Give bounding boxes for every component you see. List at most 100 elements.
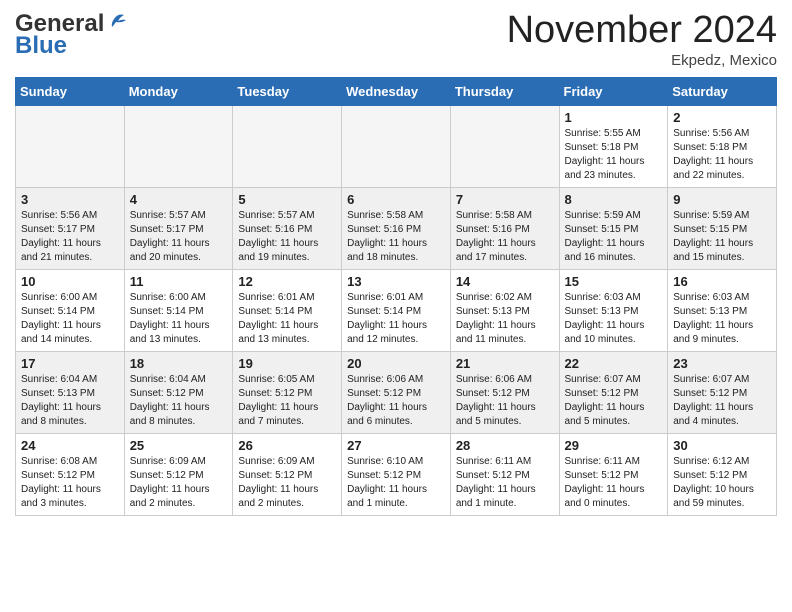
day-number: 8 [565, 192, 663, 207]
table-row [233, 105, 342, 187]
table-row: 15 Sunrise: 6:03 AM Sunset: 5:13 PM Dayli… [559, 269, 668, 351]
calendar-week-row: 3 Sunrise: 5:56 AM Sunset: 5:17 PM Daylig… [16, 187, 777, 269]
day-info: Sunrise: 5:59 AM Sunset: 5:15 PM Dayligh… [565, 209, 663, 265]
table-row: 3 Sunrise: 5:56 AM Sunset: 5:17 PM Daylig… [16, 187, 125, 269]
table-row: 6Sunrise: 5:58 AM Sunset: 5:16 PM Daylig… [342, 187, 451, 269]
calendar-page: General Blue November 2024 Ekpedz, Mexic… [0, 0, 792, 531]
day-info: Sunrise: 6:01 AM Sunset: 5:14 PM Dayligh… [347, 291, 445, 347]
day-number: 19 [238, 356, 336, 371]
day-number: 13 [347, 274, 445, 289]
table-row: 5 Sunrise: 5:57 AM Sunset: 5:16 PM Daylig… [233, 187, 342, 269]
table-row: 22 Sunrise: 6:07 AM Sunset: 5:12 PM Dayli… [559, 351, 668, 433]
table-row: 19 Sunrise: 6:05 AM Sunset: 5:12 PM Dayli… [233, 351, 342, 433]
table-row: 30 Sunrise: 6:12 AM Sunset: 5:12 PM Dayli… [668, 433, 777, 515]
table-row [342, 105, 451, 187]
day-number: 5 [238, 192, 336, 207]
day-number: 6 [347, 192, 445, 207]
month-title: November 2024 [507, 10, 777, 52]
header-monday: Monday [124, 77, 233, 105]
day-info: Sunrise: 6:00 AM Sunset: 5:14 PM Dayligh… [21, 291, 119, 347]
table-row: 18Sunrise: 6:04 AM Sunset: 5:12 PM Dayli… [124, 351, 233, 433]
table-row: 28 Sunrise: 6:11 AM Sunset: 5:12 PM Dayli… [450, 433, 559, 515]
day-number: 15 [565, 274, 663, 289]
calendar-week-row: 24Sunrise: 6:08 AM Sunset: 5:12 PM Dayli… [16, 433, 777, 515]
day-number: 12 [238, 274, 336, 289]
day-info: Sunrise: 5:56 AM Sunset: 5:17 PM Dayligh… [21, 209, 119, 265]
calendar-week-row: 10 Sunrise: 6:00 AM Sunset: 5:14 PM Dayli… [16, 269, 777, 351]
day-number: 1 [565, 110, 663, 125]
table-row [16, 105, 125, 187]
header-sunday: Sunday [16, 77, 125, 105]
day-info: Sunrise: 6:03 AM Sunset: 5:13 PM Dayligh… [673, 291, 771, 347]
day-info: Sunrise: 6:10 AM Sunset: 5:12 PM Dayligh… [347, 455, 445, 511]
day-number: 26 [238, 438, 336, 453]
table-row: 21Sunrise: 6:06 AM Sunset: 5:12 PM Dayli… [450, 351, 559, 433]
day-info: Sunrise: 6:05 AM Sunset: 5:12 PM Dayligh… [238, 373, 336, 429]
day-info: Sunrise: 6:07 AM Sunset: 5:12 PM Dayligh… [565, 373, 663, 429]
table-row [450, 105, 559, 187]
header-wednesday: Wednesday [342, 77, 451, 105]
day-info: Sunrise: 6:04 AM Sunset: 5:13 PM Dayligh… [21, 373, 119, 429]
logo: General Blue [15, 10, 128, 60]
calendar-week-row: 1Sunrise: 5:55 AM Sunset: 5:18 PM Daylig… [16, 105, 777, 187]
table-row: 14 Sunrise: 6:02 AM Sunset: 5:13 PM Dayli… [450, 269, 559, 351]
day-number: 9 [673, 192, 771, 207]
calendar-table: Sunday Monday Tuesday Wednesday Thursday… [15, 77, 777, 516]
day-info: Sunrise: 5:57 AM Sunset: 5:17 PM Dayligh… [130, 209, 228, 265]
day-info: Sunrise: 6:11 AM Sunset: 5:12 PM Dayligh… [456, 455, 554, 511]
table-row: 16Sunrise: 6:03 AM Sunset: 5:13 PM Dayli… [668, 269, 777, 351]
day-number: 29 [565, 438, 663, 453]
table-row: 8 Sunrise: 5:59 AM Sunset: 5:15 PM Daylig… [559, 187, 668, 269]
header-tuesday: Tuesday [233, 77, 342, 105]
day-info: Sunrise: 6:12 AM Sunset: 5:12 PM Dayligh… [673, 455, 771, 511]
day-number: 7 [456, 192, 554, 207]
table-row: 25 Sunrise: 6:09 AM Sunset: 5:12 PM Dayli… [124, 433, 233, 515]
day-info: Sunrise: 5:57 AM Sunset: 5:16 PM Dayligh… [238, 209, 336, 265]
day-number: 28 [456, 438, 554, 453]
header-saturday: Saturday [668, 77, 777, 105]
day-number: 23 [673, 356, 771, 371]
day-info: Sunrise: 6:06 AM Sunset: 5:12 PM Dayligh… [347, 373, 445, 429]
day-number: 30 [673, 438, 771, 453]
table-row: 13 Sunrise: 6:01 AM Sunset: 5:14 PM Dayli… [342, 269, 451, 351]
day-info: Sunrise: 6:09 AM Sunset: 5:12 PM Dayligh… [130, 455, 228, 511]
logo-bird-icon [106, 9, 128, 31]
day-number: 18 [130, 356, 228, 371]
day-info: Sunrise: 6:07 AM Sunset: 5:12 PM Dayligh… [673, 373, 771, 429]
day-number: 2 [673, 110, 771, 125]
location: Ekpedz, Mexico [507, 52, 777, 69]
table-row: 10 Sunrise: 6:00 AM Sunset: 5:14 PM Dayli… [16, 269, 125, 351]
title-block: November 2024 Ekpedz, Mexico [507, 10, 777, 69]
table-row: 27 Sunrise: 6:10 AM Sunset: 5:12 PM Dayli… [342, 433, 451, 515]
day-info: Sunrise: 6:11 AM Sunset: 5:12 PM Dayligh… [565, 455, 663, 511]
day-info: Sunrise: 6:06 AM Sunset: 5:12 PM Dayligh… [456, 373, 554, 429]
table-row: 12Sunrise: 6:01 AM Sunset: 5:14 PM Dayli… [233, 269, 342, 351]
day-number: 10 [21, 274, 119, 289]
day-info: Sunrise: 5:58 AM Sunset: 5:16 PM Dayligh… [456, 209, 554, 265]
page-header: General Blue November 2024 Ekpedz, Mexic… [15, 10, 777, 69]
day-info: Sunrise: 5:59 AM Sunset: 5:15 PM Dayligh… [673, 209, 771, 265]
day-number: 27 [347, 438, 445, 453]
day-number: 25 [130, 438, 228, 453]
table-row: 1Sunrise: 5:55 AM Sunset: 5:18 PM Daylig… [559, 105, 668, 187]
header-friday: Friday [559, 77, 668, 105]
day-info: Sunrise: 6:02 AM Sunset: 5:13 PM Dayligh… [456, 291, 554, 347]
day-info: Sunrise: 6:03 AM Sunset: 5:13 PM Dayligh… [565, 291, 663, 347]
table-row: 2 Sunrise: 5:56 AM Sunset: 5:18 PM Daylig… [668, 105, 777, 187]
table-row: 4Sunrise: 5:57 AM Sunset: 5:17 PM Daylig… [124, 187, 233, 269]
logo-blue: Blue [15, 32, 67, 60]
table-row: 20Sunrise: 6:06 AM Sunset: 5:12 PM Dayli… [342, 351, 451, 433]
table-row: 23 Sunrise: 6:07 AM Sunset: 5:12 PM Dayli… [668, 351, 777, 433]
day-number: 3 [21, 192, 119, 207]
day-number: 22 [565, 356, 663, 371]
calendar-week-row: 17Sunrise: 6:04 AM Sunset: 5:13 PM Dayli… [16, 351, 777, 433]
day-number: 14 [456, 274, 554, 289]
table-row: 11 Sunrise: 6:00 AM Sunset: 5:14 PM Dayli… [124, 269, 233, 351]
day-info: Sunrise: 5:56 AM Sunset: 5:18 PM Dayligh… [673, 127, 771, 183]
table-row: 9 Sunrise: 5:59 AM Sunset: 5:15 PM Daylig… [668, 187, 777, 269]
weekday-header-row: Sunday Monday Tuesday Wednesday Thursday… [16, 77, 777, 105]
table-row: 7 Sunrise: 5:58 AM Sunset: 5:16 PM Daylig… [450, 187, 559, 269]
day-info: Sunrise: 6:00 AM Sunset: 5:14 PM Dayligh… [130, 291, 228, 347]
day-number: 24 [21, 438, 119, 453]
day-number: 11 [130, 274, 228, 289]
